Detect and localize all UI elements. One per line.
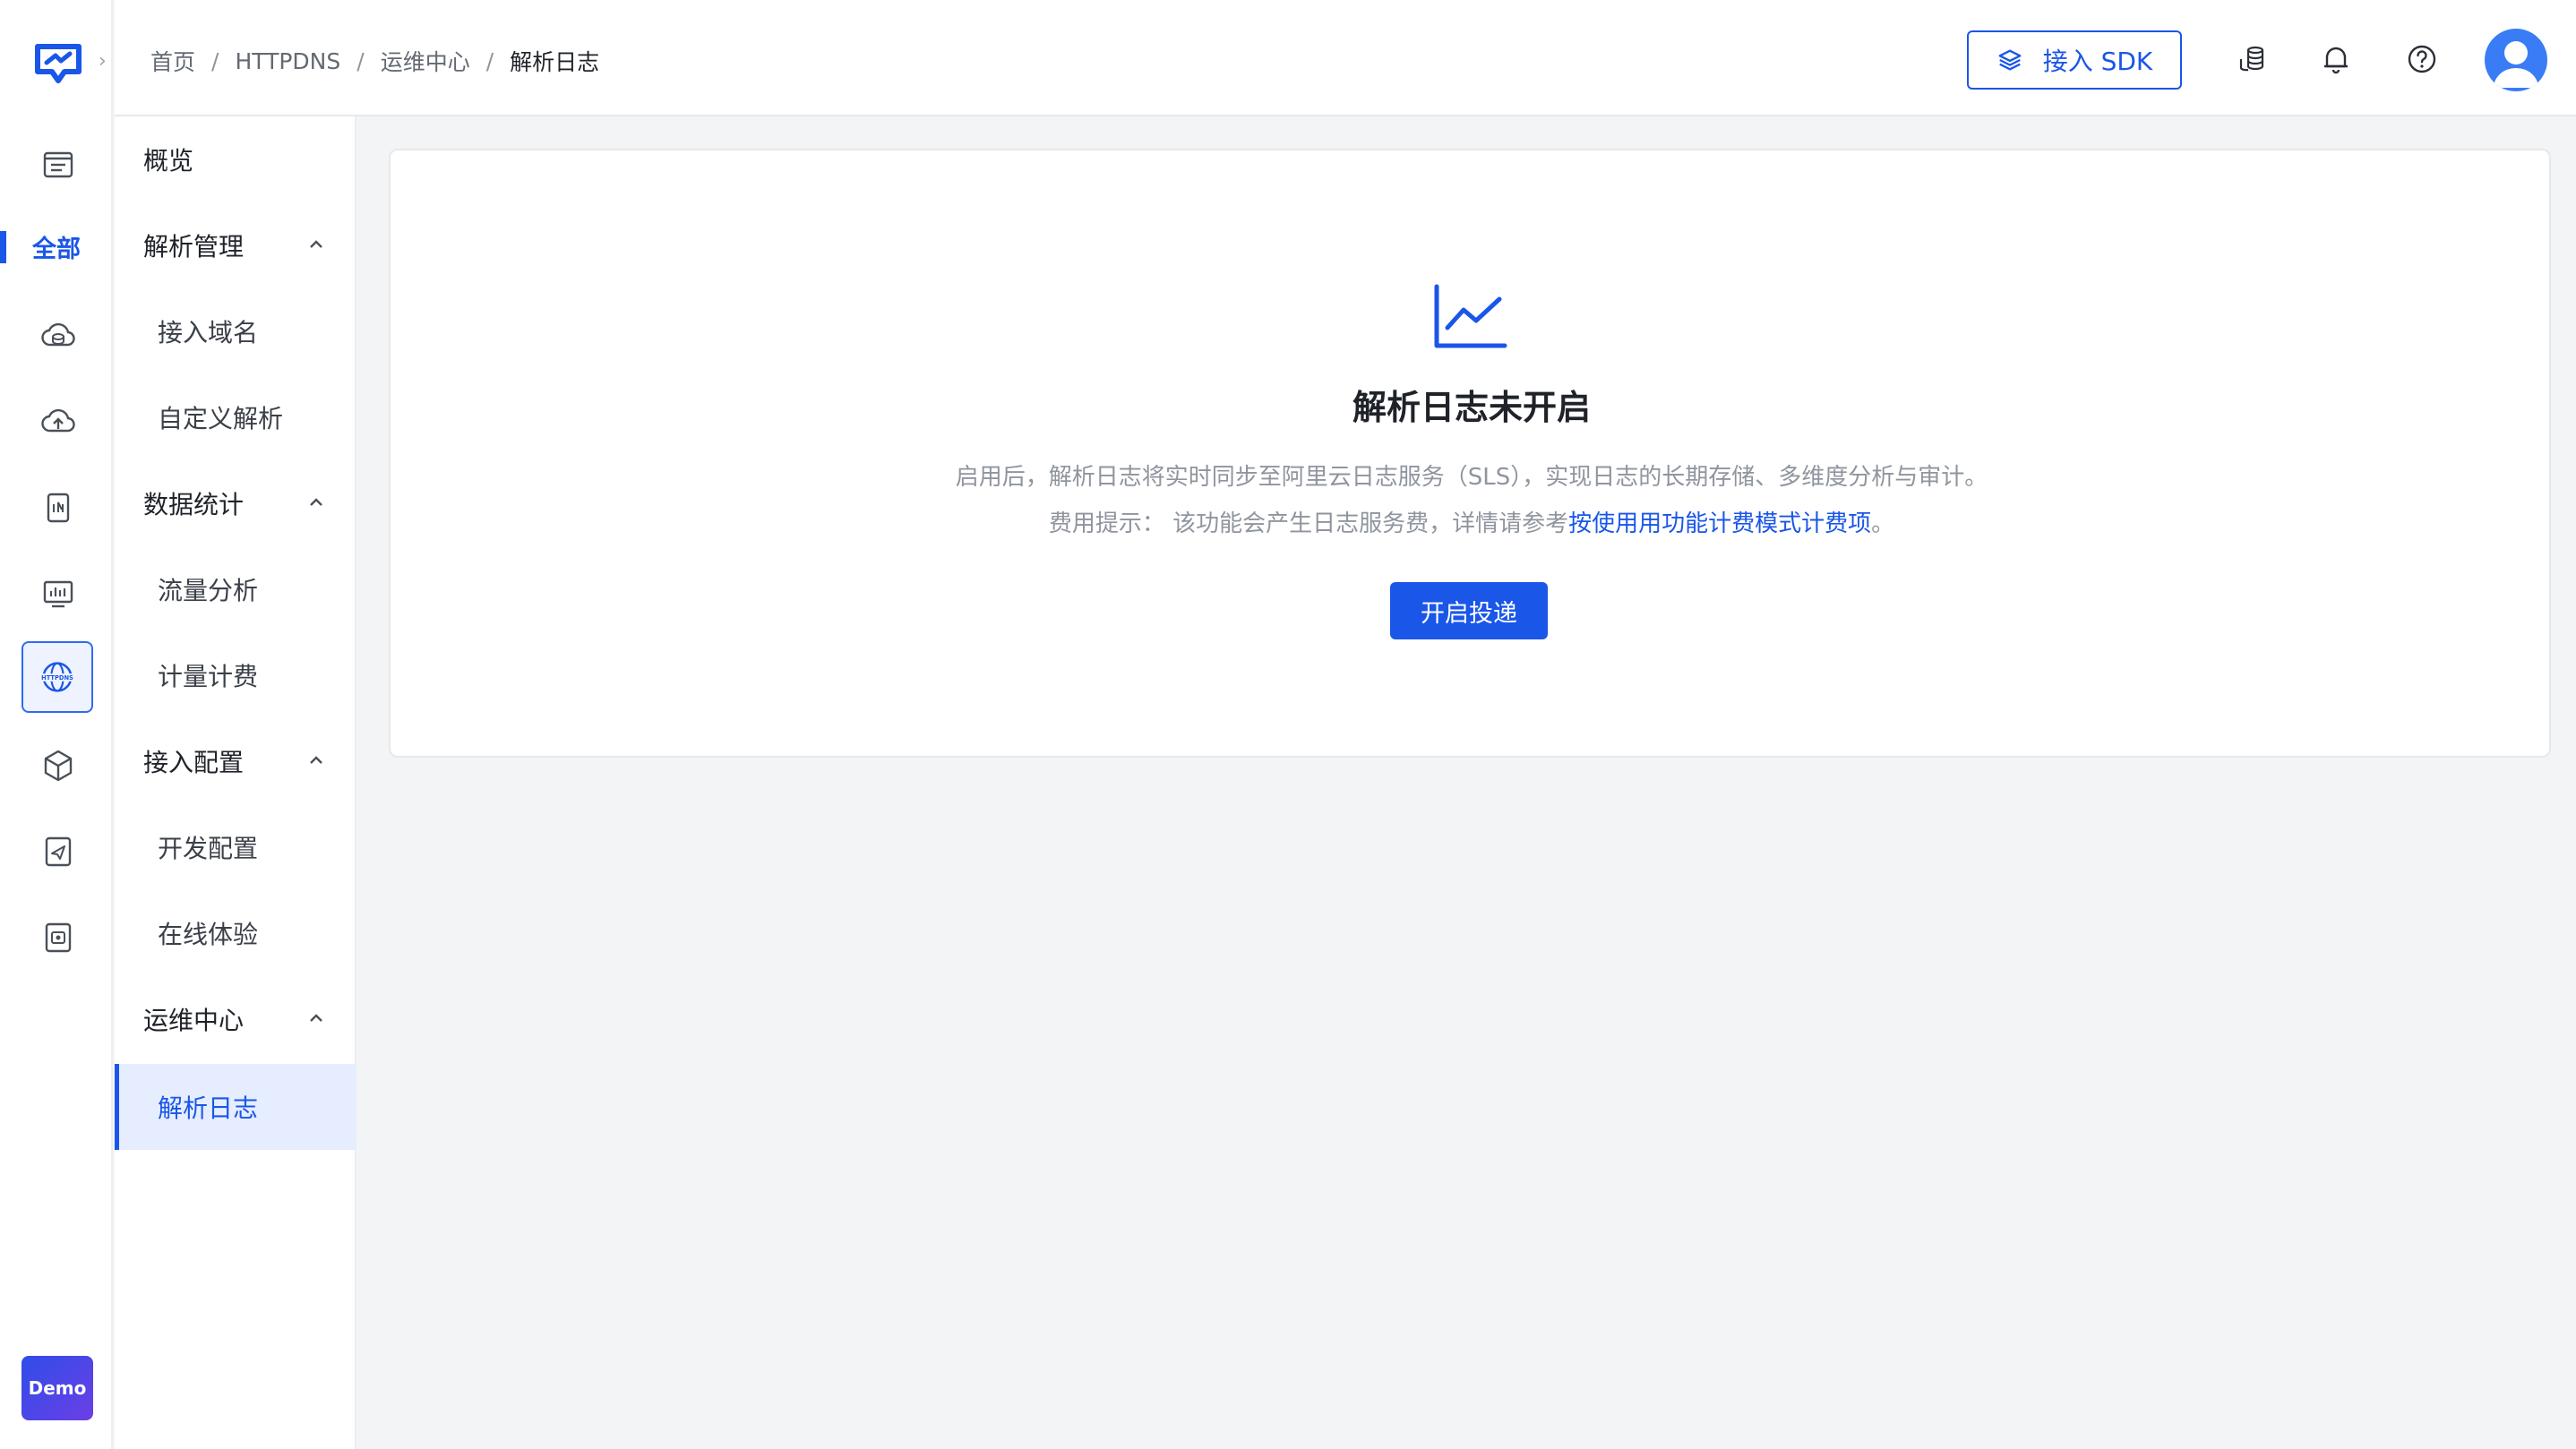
monitor-chart-icon[interactable] [36, 571, 81, 616]
breadcrumb-separator: / [356, 47, 365, 74]
secondary-menu: 概览 解析管理 接入域名 自定义解析 数据统计 流量分析 计量计费 接入配置 开… [115, 116, 356, 1449]
fee-notice: 费用提示： 该功能会产生日志服务费，详情请参考按使用用功能计费模式计费项。 [391, 505, 2553, 538]
active-indicator [0, 231, 6, 263]
menu-group-statistics[interactable]: 数据统计 [115, 460, 356, 546]
chevron-up-icon [310, 240, 322, 248]
breadcrumb-current: 解析日志 [510, 49, 600, 75]
menu-group-resolve-management[interactable]: 解析管理 [115, 202, 356, 288]
empty-state-description: 启用后，解析日志将实时同步至阿里云日志服务（SLS），实现日志的长期存储、多维度… [955, 464, 1988, 491]
send-doc-icon[interactable] [36, 829, 81, 874]
fee-notice-suffix: 。 [1871, 510, 1895, 537]
breadcrumb-home[interactable]: 首页 [150, 45, 195, 77]
breadcrumb: 首页 / HTTPDNS / 运维中心 / 解析日志 [150, 45, 599, 77]
empty-state-card: 解析日志未开启 启用后，解析日志将实时同步至阿里云日志服务（SLS），实现日志的… [389, 149, 2551, 758]
layers-icon [1998, 49, 2022, 71]
menu-group-label: 运维中心 [143, 1006, 245, 1035]
chevron-up-icon [310, 498, 322, 506]
chevron-right-icon[interactable]: › [99, 50, 107, 73]
menu-item-traffic-analysis[interactable]: 流量分析 [115, 546, 356, 632]
breadcrumb-httpdns[interactable]: HTTPDNS [235, 48, 340, 74]
icon-rail: › 全部 HTTPDNS Demo [0, 0, 113, 1449]
help-icon[interactable] [2404, 41, 2440, 77]
demo-badge[interactable]: Demo [21, 1356, 93, 1420]
breadcrumb-separator: / [485, 47, 494, 74]
sdk-access-label: 接入 SDK [2042, 47, 2153, 76]
menu-group-label: 解析管理 [143, 232, 245, 262]
menu-group-label: 接入配置 [143, 748, 245, 777]
menu-group-ops-center[interactable]: 运维中心 [115, 976, 356, 1062]
httpdns-globe-icon[interactable]: HTTPDNS [21, 641, 93, 713]
file-list-icon[interactable] [36, 141, 81, 186]
menu-item-resolve-log[interactable]: 解析日志 [115, 1064, 356, 1150]
billing-doc-link[interactable]: 按使用用功能计费模式计费项 [1568, 510, 1871, 537]
coins-icon[interactable] [2234, 41, 2270, 77]
sdk-access-button[interactable]: 接入 SDK [1967, 30, 2182, 90]
breadcrumb-ops-center[interactable]: 运维中心 [381, 45, 470, 77]
top-header: 首页 / HTTPDNS / 运维中心 / 解析日志 接入 SDK [115, 0, 2576, 116]
menu-group-access-config[interactable]: 接入配置 [115, 718, 356, 804]
menu-item-overview[interactable]: 概览 [115, 116, 356, 202]
bell-icon[interactable] [2318, 41, 2354, 77]
enable-delivery-button[interactable]: 开启投递 [1390, 582, 1548, 639]
cloud-dns-icon[interactable] [36, 313, 81, 358]
svg-text:HTTPDNS: HTTPDNS [41, 674, 73, 682]
avatar[interactable] [2485, 29, 2547, 91]
empty-state-title: 解析日志未开启 [1352, 388, 1591, 427]
menu-item-metering-billing[interactable]: 计量计费 [115, 632, 356, 718]
menu-item-custom-resolve[interactable]: 自定义解析 [115, 374, 356, 460]
breadcrumb-separator: / [211, 47, 219, 74]
device-icon[interactable] [36, 485, 81, 530]
menu-item-access-domain[interactable]: 接入域名 [115, 288, 356, 374]
logo-icon[interactable] [32, 39, 84, 86]
line-chart-icon [1430, 281, 1510, 353]
cloud-upload-icon[interactable] [36, 399, 81, 444]
app-box-icon[interactable] [36, 915, 81, 960]
menu-item-online-trial[interactable]: 在线体验 [115, 890, 356, 976]
chevron-up-icon [310, 1014, 322, 1022]
rail-all-label[interactable]: 全部 [32, 229, 81, 264]
chevron-up-icon [310, 756, 322, 764]
fee-notice-text: 费用提示： 该功能会产生日志服务费，详情请参考 [1048, 510, 1569, 537]
menu-group-label: 数据统计 [143, 490, 245, 519]
menu-item-dev-config[interactable]: 开发配置 [115, 804, 356, 890]
cube-icon[interactable] [36, 743, 81, 788]
